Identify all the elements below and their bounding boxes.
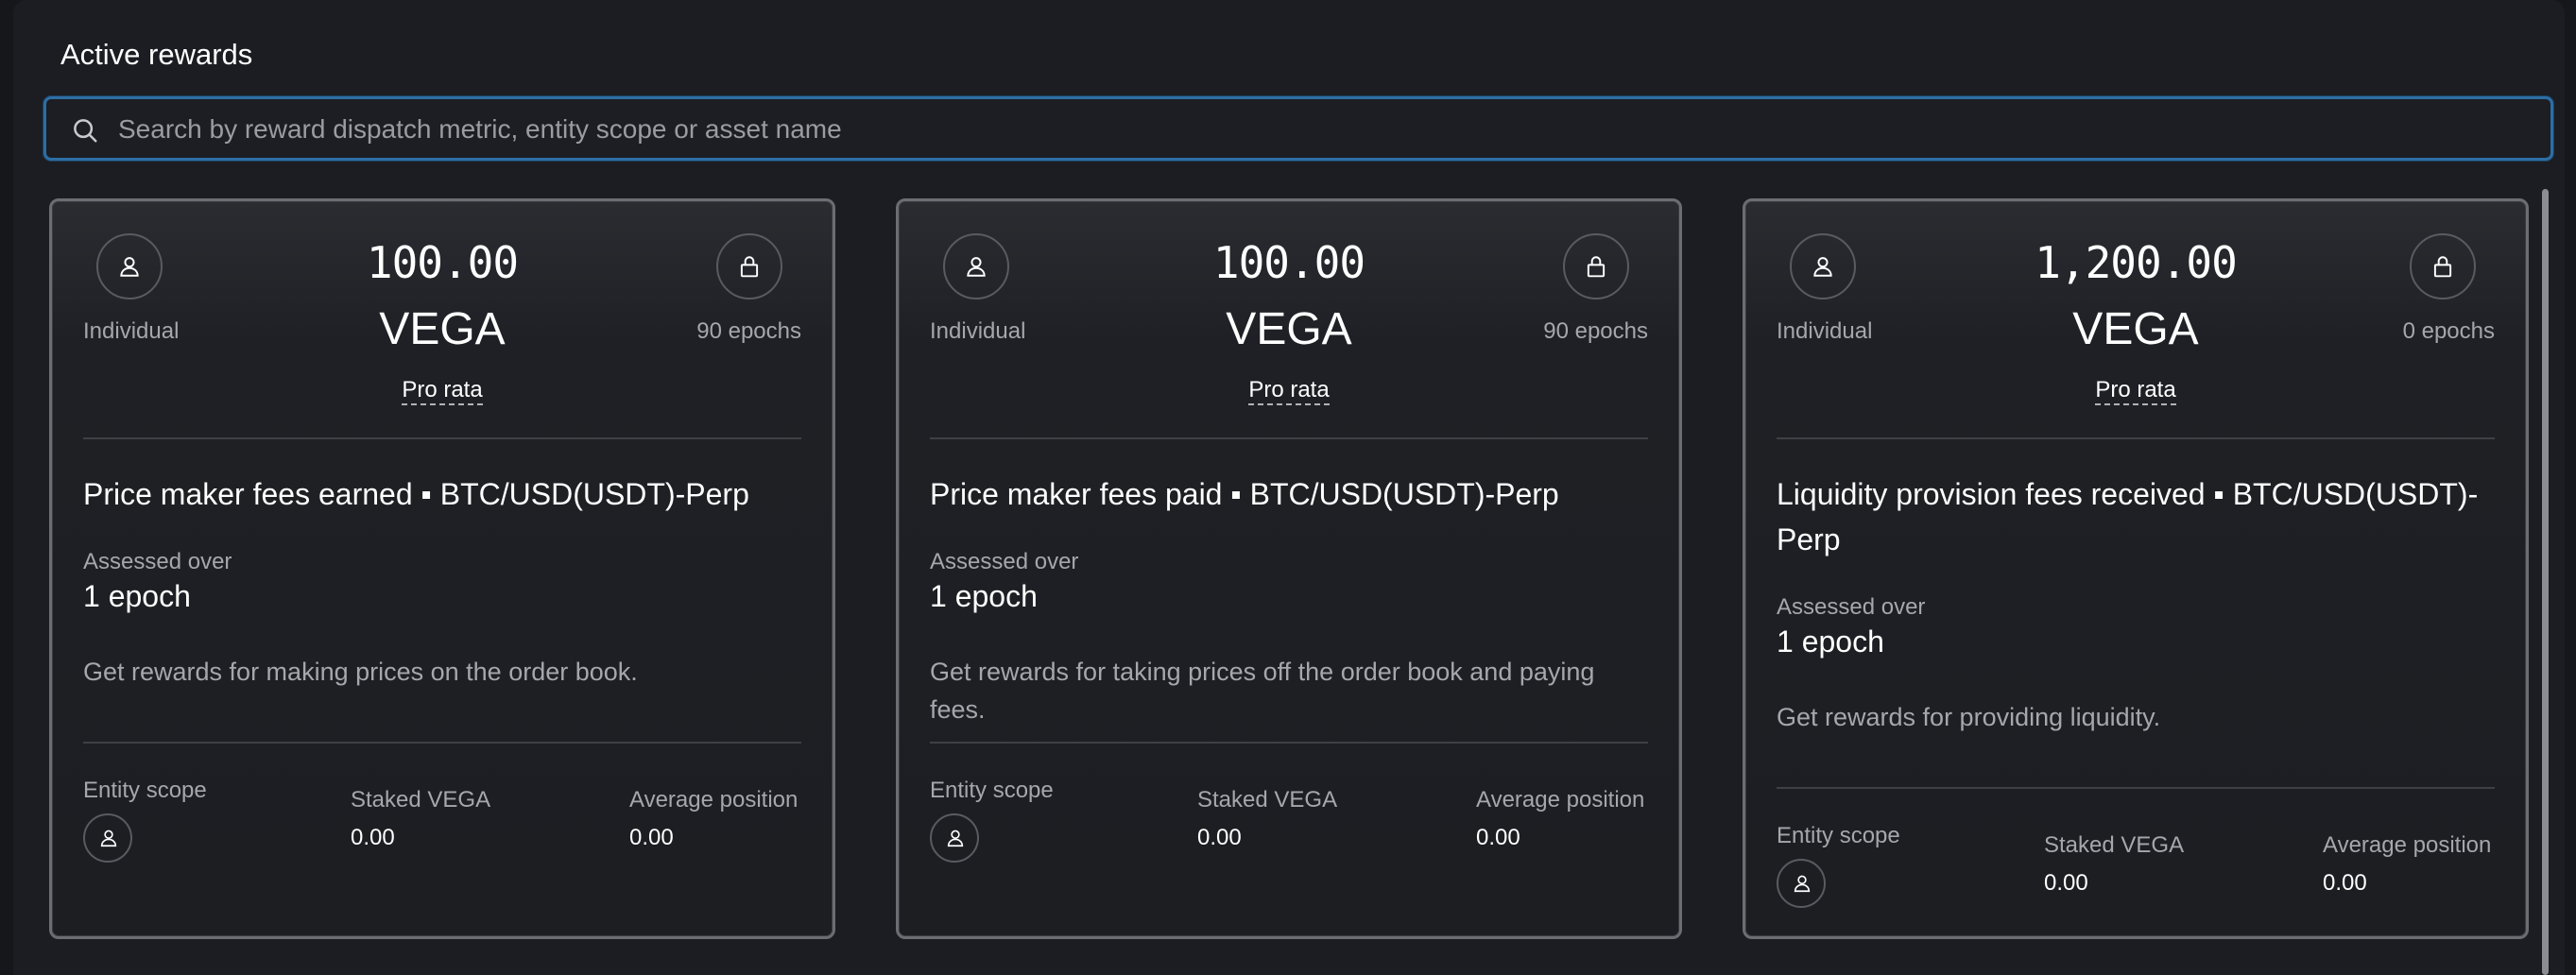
reward-description: Get rewards for making prices on the ord… (83, 658, 638, 686)
entity-scope-badge (83, 813, 132, 863)
scope-label: Individual (1777, 318, 1873, 344)
distribution-method-label[interactable]: Pro rata (2095, 377, 2176, 405)
staked-vega-value: 0.00 (2044, 870, 2088, 896)
scrollbar[interactable] (2539, 189, 2552, 975)
divider (83, 742, 801, 744)
scrollbar-thumb[interactable] (2542, 189, 2549, 975)
reward-amount: 100.00 (366, 237, 519, 288)
entity-scope-label: Entity scope (930, 778, 1054, 803)
user-icon (947, 830, 964, 847)
dispatch-metric: Price maker fees earned ▪ BTC/USD(USDT)-… (83, 477, 749, 511)
staked-vega-label: Staked VEGA (2044, 832, 2185, 858)
distribution-method-label[interactable]: Pro rata (1248, 377, 1330, 405)
staked-vega-value: 0.00 (351, 825, 395, 850)
lock-period: 90 epochs (696, 318, 801, 344)
assessed-over-value: 1 epoch (83, 579, 191, 613)
lock-period: 0 epochs (2402, 318, 2495, 344)
divider (1777, 437, 2495, 439)
distribution-method[interactable]: Pro rata (899, 377, 1679, 405)
staked-vega-value: 0.00 (1197, 825, 1242, 850)
lock-period: 90 epochs (1543, 318, 1648, 344)
distribution-method[interactable]: Pro rata (52, 377, 833, 405)
divider (930, 437, 1648, 439)
entity-scope-badge (930, 813, 979, 863)
reward-description: Get rewards for taking prices off the or… (930, 658, 1595, 724)
reward-card[interactable]: 100.00 VEGA Individual 90 epochs Pro rat… (896, 198, 1682, 939)
assessed-over-label: Assessed over (930, 549, 1079, 574)
average-position-label: Average position (1476, 787, 1645, 812)
staked-vega-label: Staked VEGA (351, 787, 491, 812)
assessed-over-label: Assessed over (83, 549, 232, 574)
reward-description: Get rewards for providing liquidity. (1777, 703, 2161, 731)
distribution-method[interactable]: Pro rata (1745, 377, 2526, 405)
search-box[interactable] (43, 96, 2553, 161)
entity-scope-label: Entity scope (83, 778, 207, 803)
dispatch-metric: Liquidity provision fees received ▪ BTC/… (1777, 477, 2479, 556)
average-position-value: 0.00 (1476, 825, 1520, 850)
assessed-over-value: 1 epoch (1777, 624, 1884, 659)
average-position-label: Average position (2323, 832, 2492, 858)
dispatch-metric: Price maker fees paid ▪ BTC/USD(USDT)-Pe… (930, 477, 1559, 511)
reward-card[interactable]: 100.00 VEGA Individual 90 epochs Pro rat… (49, 198, 835, 939)
average-position-label: Average position (629, 787, 799, 812)
entity-scope-label: Entity scope (1777, 823, 1900, 848)
divider (930, 742, 1648, 744)
search-icon (74, 119, 97, 143)
scope-label: Individual (930, 318, 1026, 344)
staked-vega-label: Staked VEGA (1197, 787, 1338, 812)
user-icon (100, 830, 117, 847)
divider (1777, 787, 2495, 789)
divider (83, 437, 801, 439)
search-input[interactable] (116, 99, 2482, 160)
assessed-over-value: 1 epoch (930, 579, 1038, 613)
entity-scope-badge (1777, 859, 1826, 908)
reward-amount: 1,200.00 (2035, 237, 2238, 288)
reward-amount: 100.00 (1212, 237, 1365, 288)
assessed-over-label: Assessed over (1777, 594, 1926, 620)
average-position-value: 0.00 (2323, 870, 2367, 896)
user-icon (1794, 875, 1811, 893)
scope-label: Individual (83, 318, 180, 344)
section-title: Active rewards (60, 38, 253, 71)
reward-card[interactable]: 1,200.00 VEGA Individual 0 epochs Pro ra… (1743, 198, 2529, 939)
distribution-method-label[interactable]: Pro rata (402, 377, 483, 405)
average-position-value: 0.00 (629, 825, 674, 850)
